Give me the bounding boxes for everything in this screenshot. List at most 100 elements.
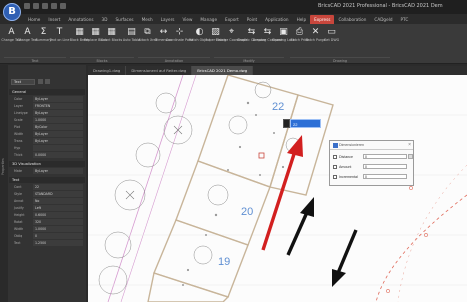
ribbon-tab-help[interactable]: Help bbox=[293, 15, 311, 24]
property-value[interactable]: STANDARD bbox=[33, 191, 83, 197]
property-value[interactable]: 0.0000 bbox=[33, 152, 83, 158]
property-value[interactable]: No bbox=[33, 198, 83, 204]
tool-count-blocks-button[interactable]: ▦ Count Blocks bbox=[101, 26, 122, 54]
open-icon[interactable] bbox=[33, 3, 39, 9]
app-logo-icon[interactable]: B bbox=[3, 3, 21, 21]
property-row[interactable]: Plot ByColor bbox=[11, 124, 83, 130]
property-value[interactable]: 320 bbox=[33, 219, 83, 225]
property-row[interactable]: Linetype ByLayer bbox=[11, 110, 83, 116]
tool-get-dwg-button[interactable]: ▭ Get DWG bbox=[324, 26, 339, 54]
plot-number[interactable]: 22 bbox=[272, 101, 284, 113]
inline-text-editor[interactable]: 22 bbox=[283, 119, 321, 128]
property-value[interactable]: 0.6000 bbox=[33, 212, 83, 218]
spin-button[interactable] bbox=[408, 154, 413, 159]
property-row[interactable]: Width ByLayer bbox=[11, 131, 83, 137]
properties-side-strip[interactable]: Properties bbox=[0, 65, 8, 302]
new-icon[interactable] bbox=[24, 3, 30, 9]
property-value[interactable]: 1.0000 bbox=[33, 226, 83, 232]
quick-select-icon[interactable] bbox=[45, 79, 50, 84]
properties-section-header[interactable]: Text bbox=[9, 177, 85, 183]
property-row[interactable]: Scale 1.0000 bbox=[11, 117, 83, 123]
ribbon-tab-view[interactable]: View bbox=[178, 15, 196, 24]
ribbon-tab-express[interactable]: Express bbox=[310, 15, 335, 24]
document-tab[interactable]: Drawing1.dwg bbox=[88, 66, 127, 75]
plot-number[interactable]: 20 bbox=[241, 206, 253, 218]
ribbon-tab-surfaces[interactable]: Surfaces bbox=[111, 15, 137, 24]
property-row[interactable]: Color ByLayer bbox=[11, 96, 83, 102]
distance-checkbox[interactable] bbox=[333, 154, 337, 159]
property-row[interactable]: Trans ByLayer bbox=[11, 138, 83, 144]
ribbon-tab-ptc[interactable]: PTC bbox=[396, 15, 412, 24]
dialog-title-bar[interactable]: Dimensionieren × bbox=[330, 141, 413, 150]
ribbon-tab-annotations[interactable]: Annotations bbox=[64, 15, 97, 24]
select-objects-icon[interactable] bbox=[38, 79, 43, 84]
ribbon-tab-home[interactable]: Home bbox=[24, 15, 44, 24]
property-value[interactable]: ByLayer bbox=[33, 131, 83, 137]
property-row[interactable]: Cont 22 bbox=[11, 184, 83, 190]
tool-auto-table-button[interactable]: ▤ Auto Table bbox=[123, 26, 140, 54]
ribbon-tab-cadgeld[interactable]: CADgeld bbox=[370, 15, 396, 24]
property-value[interactable]: Left bbox=[33, 205, 83, 211]
ribbon-tab-3d[interactable]: 3D bbox=[98, 15, 112, 24]
property-value[interactable]: 1.2500 bbox=[33, 240, 83, 246]
property-value[interactable]: ByLayer bbox=[33, 110, 83, 116]
property-value[interactable]: ByLayer bbox=[33, 96, 83, 102]
property-value[interactable]: ByColor bbox=[33, 124, 83, 130]
property-row[interactable]: Thick 0.0000 bbox=[11, 152, 83, 158]
ribbon-tab-insert[interactable]: Insert bbox=[44, 15, 64, 24]
property-row[interactable]: Rotat 320 bbox=[11, 219, 83, 225]
sigma-icon: Σ bbox=[40, 27, 47, 37]
property-row[interactable]: Annot No bbox=[11, 198, 83, 204]
property-row[interactable]: Justify Left bbox=[11, 205, 83, 211]
incremental-checkbox[interactable] bbox=[333, 174, 337, 179]
properties-section-header[interactable]: General bbox=[9, 89, 85, 95]
ribbon-tools: A Change Text A Change Text Σ Summary T Text on… bbox=[1, 26, 339, 54]
property-row[interactable]: Text 1.2500 bbox=[11, 240, 83, 246]
drawing-canvas[interactable]: 22 20 19 bbox=[88, 75, 467, 302]
ribbon-tab-collaboration[interactable]: Collaboration bbox=[334, 15, 370, 24]
close-icon[interactable]: × bbox=[408, 141, 411, 150]
property-value[interactable]: 22 bbox=[33, 184, 83, 190]
property-row[interactable]: Style STANDARD bbox=[11, 191, 83, 197]
tool-change-text-button[interactable]: A Change Text bbox=[17, 26, 37, 54]
ribbon-tab-application[interactable]: Application bbox=[261, 15, 292, 24]
property-row[interactable]: Layer FRONTEN bbox=[11, 103, 83, 109]
property-value[interactable]: 0 bbox=[33, 233, 83, 239]
properties-section-header[interactable]: 3D Visualization bbox=[9, 161, 85, 167]
property-value[interactable]: ByLayer bbox=[33, 138, 83, 144]
tool-batch-purge-button[interactable]: ✕ Batch Purge bbox=[306, 26, 326, 54]
distance-input[interactable]: 0 bbox=[363, 154, 407, 159]
document-tab[interactable]: Dimensionerd auf Reiter.dwg bbox=[126, 66, 193, 75]
incremental-input[interactable]: 0 bbox=[363, 174, 407, 179]
ribbon-tab-mesh[interactable]: Mesh bbox=[138, 15, 157, 24]
plot-number[interactable]: 19 bbox=[218, 256, 230, 268]
property-value[interactable]: FRONTEN bbox=[33, 103, 83, 109]
document-tab[interactable]: BricsCAD 2021 Demo.dwg bbox=[192, 66, 254, 75]
inline-text-field[interactable]: 22 bbox=[290, 119, 321, 128]
undo-icon[interactable] bbox=[51, 3, 57, 9]
ribbon-tab-export[interactable]: Export bbox=[221, 15, 243, 24]
ribbon-tab-manage[interactable]: Manage bbox=[196, 15, 221, 24]
property-row[interactable]: Mate ByLayer bbox=[11, 168, 83, 174]
property-row[interactable]: Width 1.0000 bbox=[11, 226, 83, 232]
amount-input[interactable]: 0 bbox=[363, 164, 407, 169]
ribbon-tab-point[interactable]: Point bbox=[243, 15, 261, 24]
editor-grip[interactable] bbox=[283, 119, 290, 128]
amount-checkbox[interactable] bbox=[333, 164, 337, 169]
ribbon-tab-layers[interactable]: Layers bbox=[157, 15, 179, 24]
property-value[interactable] bbox=[33, 145, 83, 151]
property-row[interactable]: Height 0.6000 bbox=[11, 212, 83, 218]
selection-dropdown[interactable]: Text bbox=[11, 79, 35, 85]
tool-text-on-line-button[interactable]: T Text on Line bbox=[50, 26, 70, 54]
selection-grip[interactable] bbox=[258, 152, 265, 159]
block-icon: ▦ bbox=[75, 27, 84, 37]
property-value[interactable]: ByLayer bbox=[33, 168, 83, 174]
tool-drawing-lock-button[interactable]: ▣ Drawing Lock bbox=[272, 26, 294, 54]
redo-icon[interactable] bbox=[60, 3, 66, 9]
tool-coordinate-point-button[interactable]: ⊹ Coordinate Point bbox=[166, 26, 193, 54]
property-row[interactable]: Hyp bbox=[11, 145, 83, 151]
property-row[interactable]: Obliq 0 bbox=[11, 233, 83, 239]
tool-attach-xref-button[interactable]: ⧉ Attach Xref bbox=[138, 26, 156, 54]
save-icon[interactable] bbox=[42, 3, 48, 9]
property-value[interactable]: 1.0000 bbox=[33, 117, 83, 123]
